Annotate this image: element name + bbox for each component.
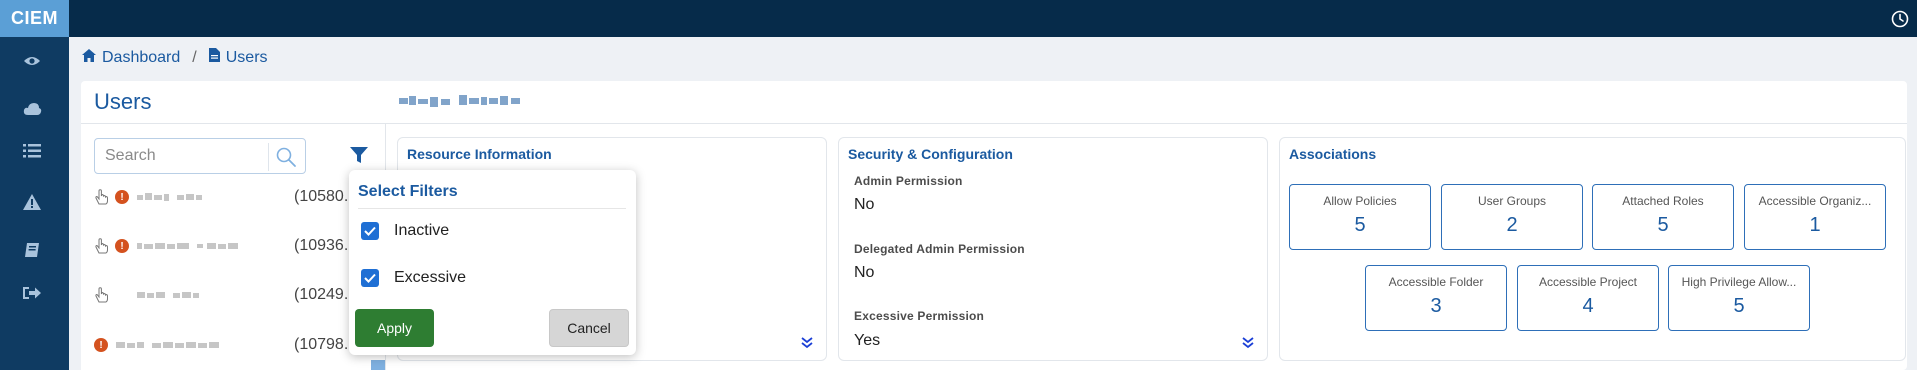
user-list-item[interactable]: ! (10580. <box>94 186 384 208</box>
hand-pointer-icon <box>95 238 108 254</box>
select-filters-popup: Select Filters Inactive Excessive Apply … <box>349 170 636 355</box>
select-filters-title: Select Filters <box>358 183 458 200</box>
allow-policies-tile[interactable]: Allow Policies 5 <box>1289 184 1431 250</box>
breadcrumb-current: Users <box>225 48 268 66</box>
search-divider <box>268 143 269 171</box>
cancel-button[interactable]: Cancel <box>549 309 629 347</box>
user-id: (10580. <box>294 188 349 205</box>
file-icon <box>208 48 220 67</box>
tile-value: 3 <box>1430 295 1442 317</box>
breadcrumb-separator: / <box>192 48 197 66</box>
accessible-organizations-tile[interactable]: Accessible Organiz... 1 <box>1744 184 1886 250</box>
accessible-project-tile[interactable]: Accessible Project 4 <box>1517 265 1659 331</box>
filter-option-excessive[interactable]: Excessive <box>361 269 466 287</box>
tile-label: Allow Policies <box>1323 194 1397 208</box>
delegated-admin-permission-value: No <box>854 264 875 281</box>
admin-permission-value: No <box>854 196 875 213</box>
tile-value: 5 <box>1733 295 1745 317</box>
list-icon[interactable] <box>22 141 42 161</box>
resource-information-title: Resource Information <box>407 146 552 162</box>
accessible-folder-tile[interactable]: Accessible Folder 3 <box>1365 265 1507 331</box>
filter-option-label: Excessive <box>394 269 467 286</box>
page-title: Users <box>94 89 152 114</box>
apply-button[interactable]: Apply <box>355 309 434 347</box>
user-id: (10936. <box>294 237 349 254</box>
cloud-icon[interactable] <box>22 98 42 118</box>
expand-chevron-icon[interactable] <box>800 336 814 350</box>
excessive-permission-value: Yes <box>854 332 881 349</box>
filter-icon[interactable] <box>350 146 368 164</box>
filter-option-inactive[interactable]: Inactive <box>361 222 449 240</box>
tile-value: 5 <box>1354 214 1366 236</box>
user-id: (10249. <box>294 286 349 303</box>
user-id: (10798. <box>294 336 349 353</box>
attached-roles-tile[interactable]: Attached Roles 5 <box>1592 184 1734 250</box>
associations-title: Associations <box>1289 146 1377 162</box>
breadcrumb: Dashboard / Users <box>82 48 268 67</box>
security-configuration-title: Security & Configuration <box>848 146 1013 162</box>
book-icon[interactable] <box>22 240 42 260</box>
associations-card: Associations Allow Policies 5 User Group… <box>1279 137 1906 361</box>
tile-value: 1 <box>1809 214 1821 236</box>
hand-pointer-icon <box>95 287 108 303</box>
filter-option-label: Inactive <box>394 222 450 239</box>
title-bar: Users <box>81 81 1907 124</box>
popup-divider <box>358 208 626 209</box>
security-configuration-card: Security & Configuration Admin Permissio… <box>838 137 1268 361</box>
user-list-item[interactable]: ! (10936. <box>94 235 384 257</box>
tile-value: 2 <box>1506 214 1518 236</box>
delegated-admin-permission-label: Delegated Admin Permission <box>854 242 1025 256</box>
user-list-panel: ! (10580. ! (10936. (10249. ! (10798. <box>81 124 386 370</box>
search-input[interactable] <box>105 139 265 173</box>
admin-permission-label: Admin Permission <box>854 174 963 188</box>
clock-icon[interactable] <box>1891 10 1909 28</box>
top-bar: CIEM <box>0 0 1917 37</box>
redacted-user-name <box>137 243 238 249</box>
breadcrumb-dashboard-link[interactable]: Dashboard <box>102 49 180 67</box>
excessive-permission-label: Excessive Permission <box>854 309 985 323</box>
eye-icon[interactable] <box>22 51 42 71</box>
tile-label: Accessible Organiz... <box>1758 194 1872 208</box>
search-box <box>94 138 306 174</box>
tile-label: Attached Roles <box>1622 194 1704 208</box>
list-scrollbar[interactable] <box>371 360 385 370</box>
expand-chevron-icon[interactable] <box>1241 336 1255 350</box>
alert-icon: ! <box>115 239 129 253</box>
home-icon <box>82 48 96 67</box>
high-privilege-allow-tile[interactable]: High Privilege Allow... 5 <box>1668 265 1810 331</box>
hand-pointer-icon <box>95 189 108 205</box>
tile-label: Accessible Folder <box>1388 275 1484 289</box>
redacted-user-name <box>116 342 219 348</box>
alert-icon: ! <box>115 190 129 204</box>
sidebar <box>0 37 69 370</box>
user-list-item[interactable]: (10249. <box>94 284 384 306</box>
redacted-selected-user-name <box>399 95 520 107</box>
tile-label: Accessible Project <box>1538 275 1638 289</box>
user-list-item[interactable]: ! (10798. <box>94 334 384 356</box>
redacted-user-name <box>137 193 202 201</box>
sign-out-icon[interactable] <box>22 283 42 303</box>
user-groups-tile[interactable]: User Groups 2 <box>1441 184 1583 250</box>
alert-icon: ! <box>94 338 108 352</box>
checkbox-checked-icon[interactable] <box>361 222 379 240</box>
search-icon[interactable] <box>275 146 297 168</box>
redacted-user-name <box>137 292 199 298</box>
tile-value: 4 <box>1582 295 1594 317</box>
warning-icon[interactable] <box>22 192 42 212</box>
checkbox-checked-icon[interactable] <box>361 269 379 287</box>
tile-label: User Groups <box>1477 194 1547 208</box>
tile-value: 5 <box>1657 214 1669 236</box>
tile-label: High Privilege Allow... <box>1681 275 1797 289</box>
app-logo[interactable]: CIEM <box>0 0 69 37</box>
